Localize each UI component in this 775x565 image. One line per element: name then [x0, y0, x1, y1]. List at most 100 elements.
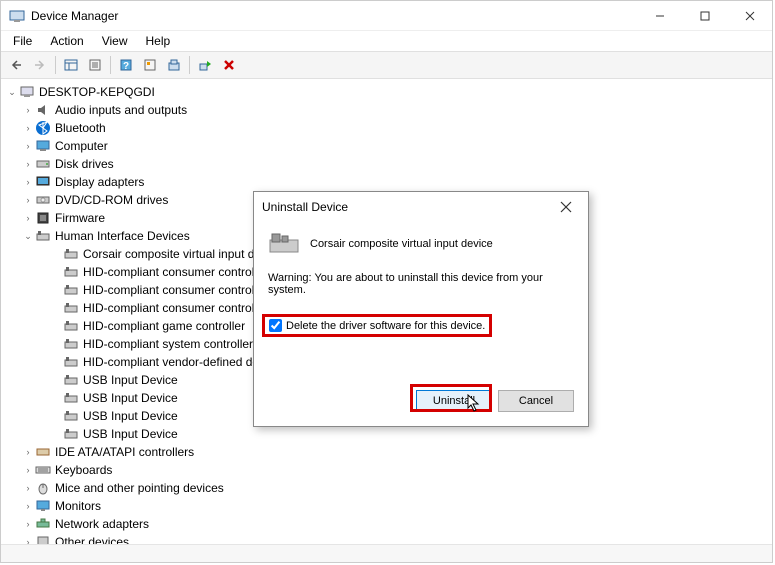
help-toolbar-button[interactable]: ? [115, 54, 137, 76]
tree-label: Monitors [55, 499, 101, 513]
hid-device-icon [63, 336, 79, 352]
toolbar-separator [110, 56, 111, 74]
svg-text:?: ? [123, 61, 129, 72]
tree-category-disk[interactable]: › Disk drives [1, 155, 772, 173]
dialog-body: Corsair composite virtual input device W… [254, 222, 588, 337]
hid-device-icon [63, 408, 79, 424]
forward-button[interactable] [29, 54, 51, 76]
expand-icon[interactable]: › [21, 517, 35, 531]
monitor-icon [35, 498, 51, 514]
tree-category-monitors[interactable]: › Monitors [1, 497, 772, 515]
highlight-box [410, 384, 492, 412]
hid-device-icon [63, 300, 79, 316]
disk-icon [35, 156, 51, 172]
expand-icon[interactable]: › [21, 193, 35, 207]
toolbar: ? [1, 51, 772, 79]
uninstall-device-toolbar-button[interactable] [218, 54, 240, 76]
tree-label: Display adapters [55, 175, 144, 189]
expand-icon[interactable]: › [21, 103, 35, 117]
audio-icon [35, 102, 51, 118]
menu-action[interactable]: Action [42, 32, 91, 50]
spacer [49, 391, 63, 405]
cancel-button[interactable]: Cancel [498, 390, 574, 412]
expand-icon[interactable]: › [21, 445, 35, 459]
tree-label: Other devices [55, 535, 129, 544]
tree-label: HID-compliant system controller [83, 337, 253, 351]
dialog-warning-text: Warning: You are about to uninstall this… [268, 272, 574, 296]
expand-icon[interactable]: › [21, 175, 35, 189]
tree-label: IDE ATA/ATAPI controllers [55, 445, 194, 459]
spacer [49, 427, 63, 441]
tree-category-mice[interactable]: › Mice and other pointing devices [1, 479, 772, 497]
collapse-icon[interactable]: ⌄ [21, 229, 35, 243]
dialog-device-name: Corsair composite virtual input device [310, 238, 493, 250]
delete-driver-checkbox[interactable] [269, 319, 282, 332]
menubar: File Action View Help [1, 31, 772, 51]
tree-label: Disk drives [55, 157, 114, 171]
tree-label: USB Input Device [83, 373, 178, 387]
keyboard-icon [35, 462, 51, 478]
tree-category-network[interactable]: › Network adapters [1, 515, 772, 533]
spacer [49, 301, 63, 315]
tree-label: Bluetooth [55, 121, 106, 135]
tree-category-bluetooth[interactable]: › Bluetooth [1, 119, 772, 137]
tree-device-item[interactable]: USB Input Device [1, 425, 772, 443]
delete-driver-label: Delete the driver software for this devi… [286, 320, 485, 332]
expand-icon[interactable]: › [21, 481, 35, 495]
expand-icon[interactable]: › [21, 463, 35, 477]
tree-label: Keyboards [55, 463, 112, 477]
properties-toolbar-button[interactable] [84, 54, 106, 76]
spacer [49, 247, 63, 261]
ide-icon [35, 444, 51, 460]
back-button[interactable] [5, 54, 27, 76]
tree-category-audio[interactable]: › Audio inputs and outputs [1, 101, 772, 119]
minimize-button[interactable] [637, 2, 682, 30]
close-button[interactable] [727, 2, 772, 30]
tree-category-other[interactable]: › Other devices [1, 533, 772, 544]
tree-label: Computer [55, 139, 108, 153]
expand-icon[interactable]: › [21, 139, 35, 153]
maximize-button[interactable] [682, 2, 727, 30]
tree-label: Firmware [55, 211, 105, 225]
show-hide-tree-button[interactable] [60, 54, 82, 76]
spacer [49, 373, 63, 387]
menu-view[interactable]: View [94, 32, 136, 50]
hid-device-icon [63, 318, 79, 334]
tree-root[interactable]: ⌄ DESKTOP-KEPQGDI [1, 83, 772, 101]
tree-category-display[interactable]: › Display adapters [1, 173, 772, 191]
tree-label: DVD/CD-ROM drives [55, 193, 168, 207]
network-icon [35, 516, 51, 532]
delete-driver-checkbox-row[interactable]: Delete the driver software for this devi… [262, 314, 492, 337]
spacer [49, 337, 63, 351]
menu-help[interactable]: Help [138, 32, 179, 50]
collapse-icon[interactable]: ⌄ [5, 85, 19, 99]
enable-device-button[interactable] [194, 54, 216, 76]
hid-device-icon [63, 264, 79, 280]
expand-icon[interactable]: › [21, 499, 35, 513]
computer-icon [19, 84, 35, 100]
expand-icon[interactable]: › [21, 211, 35, 225]
dialog-close-button[interactable] [552, 194, 580, 220]
expand-icon[interactable]: › [21, 121, 35, 135]
dvd-icon [35, 192, 51, 208]
menu-file[interactable]: File [5, 32, 40, 50]
computer-icon [35, 138, 51, 154]
device-icon [268, 230, 300, 258]
other-icon [35, 534, 51, 544]
dialog-buttons: Uninstall Cancel [402, 390, 588, 412]
tree-category-ide[interactable]: › IDE ATA/ATAPI controllers [1, 443, 772, 461]
scan-hardware-button[interactable] [139, 54, 161, 76]
tree-category-keyboards[interactable]: › Keyboards [1, 461, 772, 479]
spacer [49, 355, 63, 369]
spacer [49, 409, 63, 423]
dialog-title-text: Uninstall Device [262, 200, 552, 214]
expand-icon[interactable]: › [21, 157, 35, 171]
display-icon [35, 174, 51, 190]
tree-label: USB Input Device [83, 391, 178, 405]
statusbar [1, 544, 772, 562]
tree-category-computer[interactable]: › Computer [1, 137, 772, 155]
expand-icon[interactable]: › [21, 535, 35, 544]
hid-device-icon [63, 390, 79, 406]
tree-label: DESKTOP-KEPQGDI [39, 85, 155, 99]
update-driver-button[interactable] [163, 54, 185, 76]
